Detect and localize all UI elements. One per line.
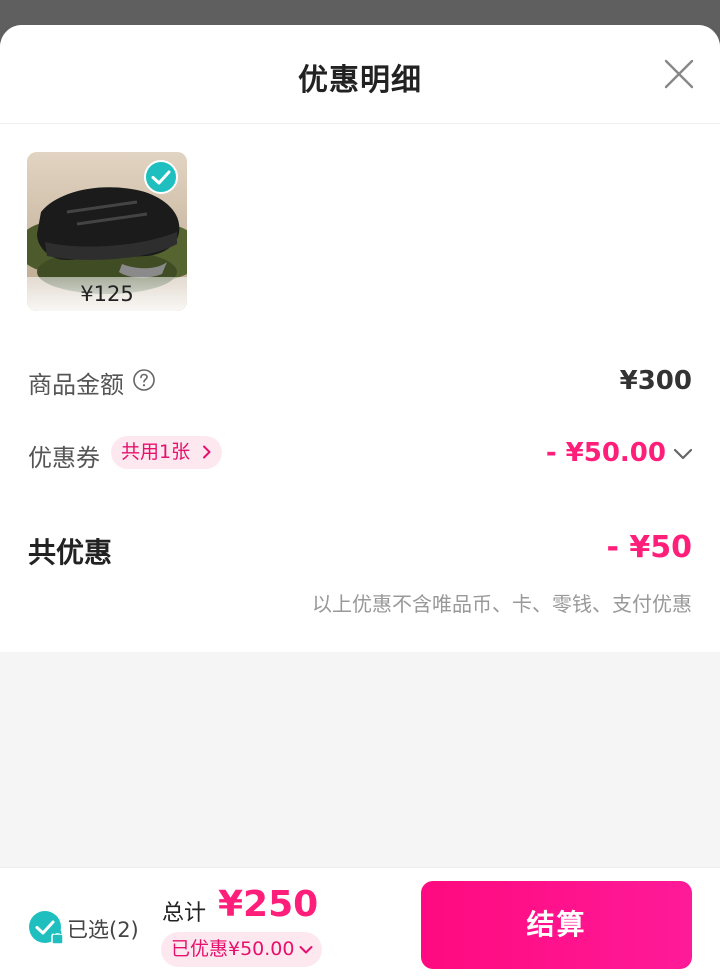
sheet-title: 优惠明细	[298, 63, 422, 98]
coupon-discount-value[interactable]: - ¥50.00	[546, 438, 666, 468]
total-price: ¥250	[218, 884, 319, 925]
coupon-label: 优惠券	[28, 444, 100, 472]
goods-amount-value: ¥300	[619, 366, 692, 396]
sheet-header: 优惠明细	[0, 25, 720, 124]
checkout-button[interactable]: 结算	[421, 881, 692, 969]
total-discount-label: 共优惠	[28, 536, 113, 569]
product-thumbnail[interactable]: ¥125	[27, 152, 187, 311]
goods-amount-label: 商品金额	[28, 371, 124, 399]
select-all-check-icon[interactable]	[28, 910, 64, 946]
sheet-content: 优惠明细 ¥125 商品金额 ¥300 优惠券 共用1张 - ¥50.00 共优…	[0, 25, 720, 652]
total-label: 总计	[162, 901, 207, 926]
chevron-right-icon	[203, 445, 211, 459]
coupon-count-badge[interactable]: 共用1张	[111, 436, 223, 469]
selected-count[interactable]: 已选(2)	[67, 914, 139, 944]
chevron-down-icon	[299, 946, 313, 954]
total-discount-value: - ¥50	[606, 530, 692, 565]
discount-note: 以上优惠不含唯品币、卡、零钱、支付优惠	[312, 592, 692, 616]
selected-check-icon[interactable]	[144, 160, 178, 194]
coupon-count-text: 共用1张	[121, 441, 191, 463]
saved-amount-pill[interactable]: 已优惠¥50.00	[161, 932, 322, 967]
checkout-bar: 已选(2) 总计 ¥250 已优惠¥50.00 结算	[0, 867, 720, 977]
chevron-down-icon[interactable]	[672, 443, 694, 465]
discount-detail-sheet: 优惠明细 ¥125 商品金额 ¥300 优惠券 共用1张 - ¥50.00 共优…	[0, 25, 720, 977]
saved-amount-text: 已优惠¥50.00	[171, 938, 295, 960]
help-icon[interactable]	[132, 368, 156, 392]
product-price: ¥125	[27, 277, 187, 311]
close-icon[interactable]	[662, 57, 696, 91]
